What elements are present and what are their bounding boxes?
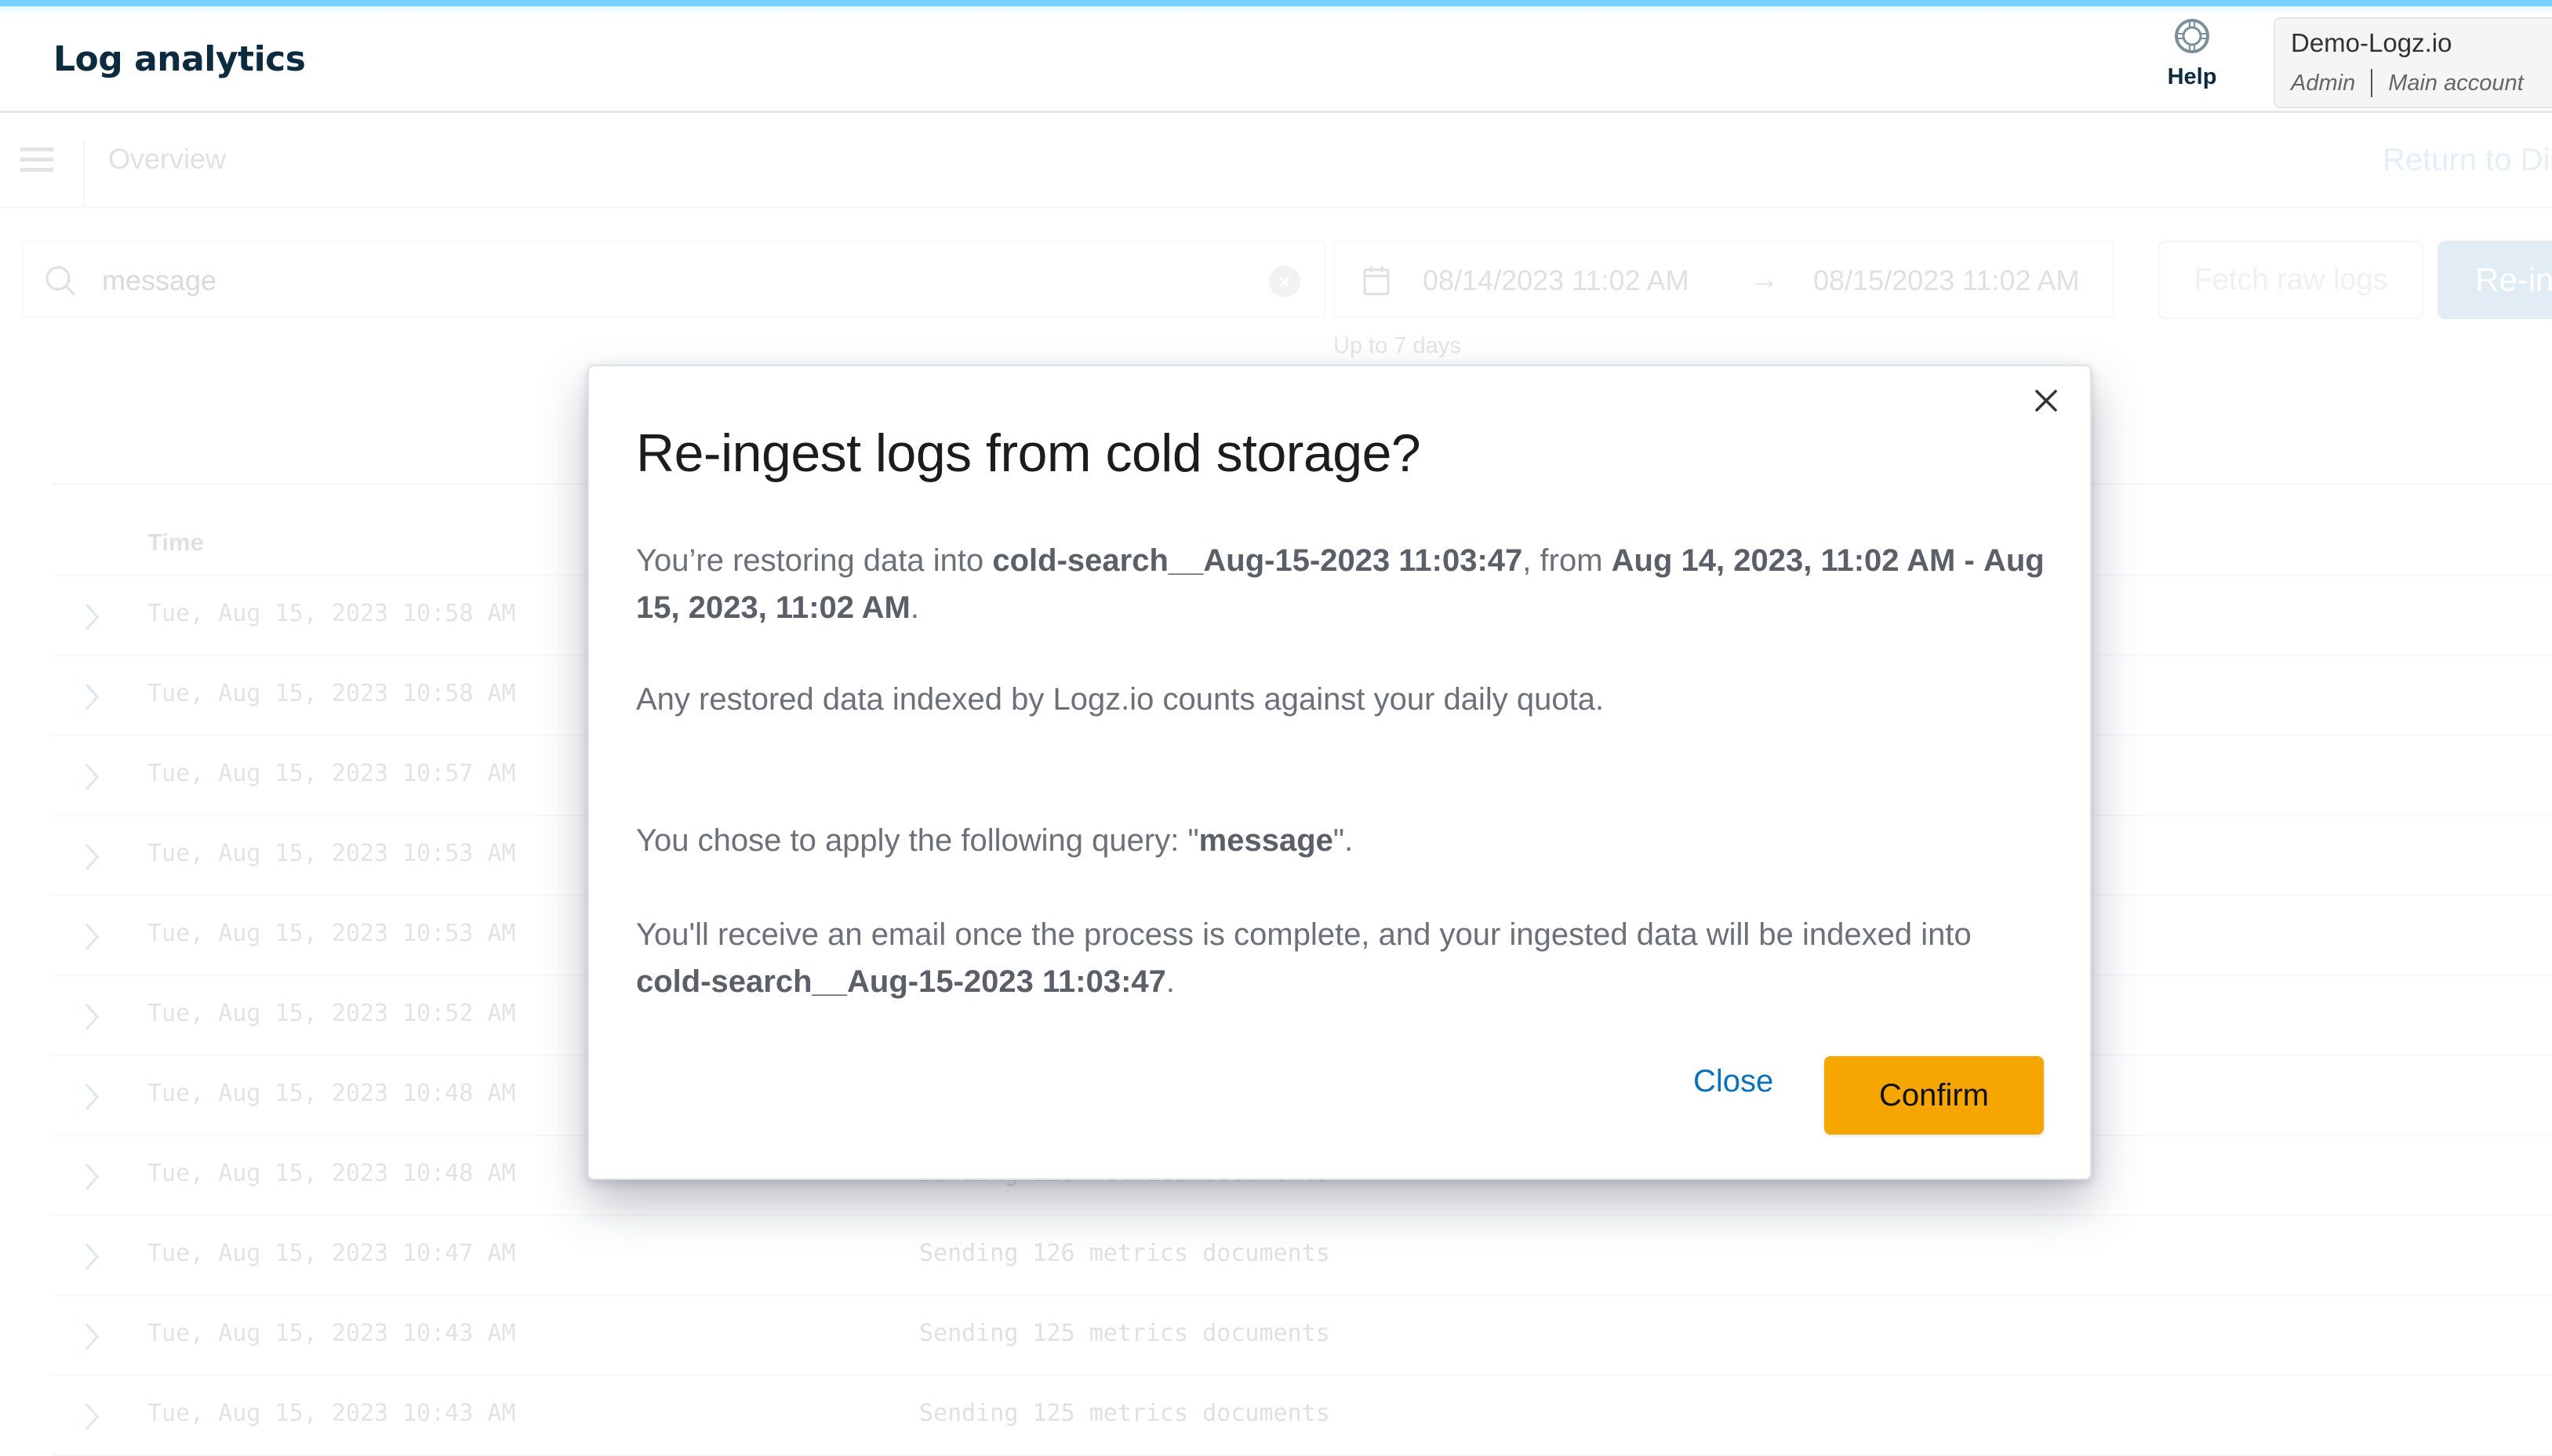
range-start: Aug 14, 2023, 11:02 AM -	[1611, 543, 1975, 578]
dialog-body: You’re restoring data into cold-search__…	[636, 537, 2048, 1005]
account-type: Main account	[2388, 70, 2524, 96]
text: .	[910, 590, 919, 625]
top-accent-bar	[0, 0, 2552, 6]
restore-summary: You’re restoring data into cold-search__…	[636, 537, 2048, 631]
lifebuoy-icon	[2175, 19, 2209, 53]
close-button[interactable]: Close	[1693, 1064, 1773, 1099]
quota-note: Any restored data indexed by Logz.io cou…	[636, 682, 1605, 717]
text: You’re restoring data into	[636, 543, 993, 578]
account-details: Admin Main account	[2291, 69, 2552, 97]
text: ".	[1332, 823, 1354, 858]
account-name: Demo-Logz.io	[2291, 28, 2452, 57]
text: You'll receive an email once the process…	[636, 917, 1972, 952]
text: , from	[1522, 543, 1612, 578]
text: You chose to apply the following query: …	[636, 823, 1199, 858]
account-role: Admin	[2291, 70, 2356, 96]
dialog-title: Re-ingest logs from cold storage?	[636, 423, 1421, 483]
app-title: Log analytics	[53, 39, 306, 79]
help-label: Help	[2167, 64, 2217, 89]
account-switcher[interactable]: Demo-Logz.io Admin Main account	[2274, 17, 2552, 108]
index-name: cold-search__Aug-15-2023 11:03:47	[636, 964, 1166, 999]
index-name: cold-search__Aug-15-2023 11:03:47	[992, 543, 1523, 578]
help-button[interactable]: Help	[2165, 17, 2219, 90]
query-value: message	[1198, 823, 1333, 858]
account-separator	[2371, 69, 2373, 97]
query-note: You chose to apply the following query: …	[636, 817, 2048, 864]
text: .	[1165, 964, 1176, 999]
email-note: You'll receive an email once the process…	[636, 911, 2048, 1005]
reingest-confirm-dialog: Re-ingest logs from cold storage? You’re…	[587, 365, 2092, 1180]
close-icon[interactable]	[2030, 385, 2062, 416]
app-header: Log analytics Help Demo-Logz.io Admin Ma…	[0, 6, 2552, 113]
confirm-button[interactable]: Confirm	[1824, 1056, 2044, 1135]
